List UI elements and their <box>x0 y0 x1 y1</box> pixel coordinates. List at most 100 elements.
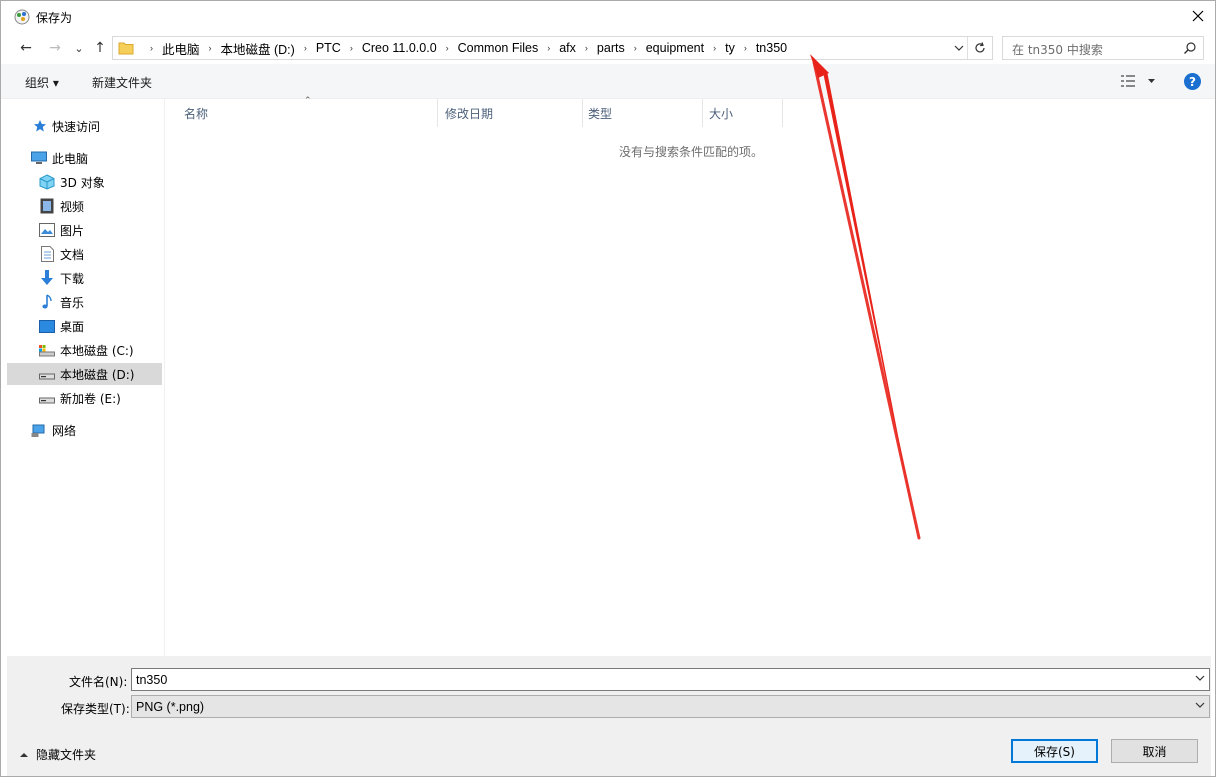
filename-label: 文件名(N): <box>69 675 128 689</box>
chevron-right-icon[interactable]: › <box>634 43 637 53</box>
sidebar-item-drive-c[interactable]: 本地磁盘 (C:) <box>7 339 162 361</box>
drive-icon <box>39 366 55 382</box>
back-arrow-icon: ← <box>20 40 32 56</box>
search-input[interactable]: 在 tn350 中搜索 <box>1002 36 1204 60</box>
folder-icon <box>118 41 134 55</box>
column-header-size[interactable]: 大小 <box>703 99 783 127</box>
hide-folders-label: 隐藏文件夹 <box>36 748 97 762</box>
breadcrumb-item[interactable]: Common Files <box>458 41 539 55</box>
sidebar-item-documents[interactable]: 文档 <box>7 243 162 265</box>
breadcrumb-item[interactable]: 本地磁盘 (D:) <box>221 39 295 58</box>
chevron-down-icon <box>954 45 963 51</box>
sidebar-item-drive-e[interactable]: 新加卷 (E:) <box>7 387 162 409</box>
save-button[interactable]: 保存(S) <box>1011 739 1098 763</box>
chevron-right-icon[interactable]: › <box>209 43 212 53</box>
sidebar-item-label: 图片 <box>60 223 85 238</box>
empty-folder-message: 没有与搜索条件匹配的项。 <box>619 145 764 159</box>
up-arrow-icon: ↑ <box>94 40 106 56</box>
sidebar-item-label: 下载 <box>60 271 85 286</box>
sidebar-item-label: 此电脑 <box>52 151 89 166</box>
sidebar-item-label: 3D 对象 <box>60 175 105 190</box>
cancel-button[interactable]: 取消 <box>1111 739 1198 763</box>
breadcrumb-item[interactable]: 此电脑 <box>162 39 200 58</box>
breadcrumb-item[interactable]: afx <box>559 41 576 55</box>
sidebar-item-downloads[interactable]: 下载 <box>7 267 162 289</box>
filetype-label: 保存类型(T): <box>61 702 130 716</box>
sidebar-item-desktop[interactable]: 桌面 <box>7 315 162 337</box>
navigation-row: ← → ⌄ ↑ › 此电脑 › 本地磁盘 (D:) › PTC › Creo 1… <box>1 32 1215 64</box>
chevron-right-icon: › <box>150 43 153 53</box>
sidebar-item-pictures[interactable]: 图片 <box>7 219 162 241</box>
address-bar[interactable]: › 此电脑 › 本地磁盘 (D:) › PTC › Creo 11.0.0.0 … <box>112 36 993 60</box>
help-icon[interactable]: ? <box>1184 73 1201 90</box>
column-header-date-modified[interactable]: 修改日期 <box>439 99 583 127</box>
filename-value: tn350 <box>136 673 168 687</box>
refresh-icon <box>975 42 985 53</box>
column-header-name[interactable]: 名称 <box>178 99 438 127</box>
video-icon <box>39 198 55 214</box>
chevron-right-icon[interactable]: › <box>304 43 307 53</box>
back-button[interactable]: ← <box>16 38 36 58</box>
chevron-up-icon <box>20 752 28 757</box>
chevron-down-icon[interactable] <box>1195 673 1205 684</box>
cube-icon <box>39 174 55 190</box>
command-bar: 组织 ▾ 新建文件夹 ? <box>1 64 1215 99</box>
sidebar-item-label: 新加卷 (E:) <box>60 391 121 406</box>
app-icon <box>14 9 30 25</box>
chevron-right-icon[interactable]: › <box>744 43 747 53</box>
save-options-panel: 文件名(N): tn350 保存类型(T): PNG (*.png) 隐藏文件夹… <box>7 656 1211 776</box>
chevron-right-icon[interactable]: › <box>446 43 449 53</box>
sidebar-item-label: 本地磁盘 (D:) <box>60 367 135 382</box>
forward-button[interactable]: → <box>45 38 65 58</box>
organize-button[interactable]: 组织 ▾ <box>25 74 59 91</box>
chevron-right-icon[interactable]: › <box>547 43 550 53</box>
new-folder-button[interactable]: 新建文件夹 <box>92 74 152 91</box>
window-title: 保存为 <box>36 11 73 25</box>
refresh-button[interactable] <box>970 37 990 59</box>
close-button[interactable] <box>1181 1 1215 31</box>
filetype-select[interactable]: PNG (*.png) <box>131 695 1210 718</box>
computer-icon <box>31 150 47 166</box>
search-placeholder: 在 tn350 中搜索 <box>1012 43 1103 57</box>
sidebar-item-network[interactable]: 网络 <box>7 419 162 441</box>
chevron-right-icon[interactable]: › <box>713 43 716 53</box>
sidebar-item-label: 视频 <box>60 199 85 214</box>
chevron-right-icon[interactable]: › <box>350 43 353 53</box>
view-options-button[interactable] <box>1121 74 1157 91</box>
filetype-value: PNG (*.png) <box>136 700 205 714</box>
hide-folders-toggle[interactable]: 隐藏文件夹 <box>19 746 96 763</box>
sidebar-item-3d-objects[interactable]: 3D 对象 <box>7 171 162 193</box>
title-bar: 保存为 <box>1 1 1215 32</box>
breadcrumb-item[interactable]: ty <box>725 41 735 55</box>
sidebar-item-quick-access[interactable]: 快速访问 <box>7 115 162 137</box>
breadcrumb-item[interactable]: Creo 11.0.0.0 <box>362 41 437 55</box>
close-icon <box>1192 10 1204 22</box>
sidebar-item-label: 桌面 <box>60 319 85 334</box>
sidebar-item-label: 文档 <box>60 247 85 262</box>
file-list-pane[interactable]: ⌃ 名称 修改日期 类型 大小 没有与搜索条件匹配的项。 <box>166 96 1211 656</box>
navigation-pane: 快速访问 此电脑 3D 对象 视频 图片 文档 下载 音乐 桌面 本地磁盘 (C… <box>7 99 165 656</box>
view-list-icon <box>1121 75 1135 87</box>
chevron-down-icon[interactable] <box>1195 700 1205 711</box>
filename-field[interactable]: tn350 <box>131 668 1210 691</box>
breadcrumb-item[interactable]: PTC <box>316 41 341 55</box>
sidebar-item-drive-d[interactable]: 本地磁盘 (D:) <box>7 363 162 385</box>
forward-arrow-icon: → <box>49 40 61 56</box>
breadcrumb-item-current[interactable]: tn350 <box>756 41 787 55</box>
network-icon <box>31 422 47 438</box>
picture-icon <box>39 222 55 238</box>
save-as-dialog: 保存为 ← → ⌄ ↑ › 此电脑 › 本地磁盘 (D:) › PTC › Cr… <box>0 0 1216 777</box>
chevron-right-icon[interactable]: › <box>585 43 588 53</box>
column-header-type[interactable]: 类型 <box>582 99 703 127</box>
recent-locations-button[interactable]: ⌄ <box>69 38 89 58</box>
sidebar-item-videos[interactable]: 视频 <box>7 195 162 217</box>
star-icon <box>32 118 48 134</box>
document-icon <box>39 246 55 262</box>
breadcrumb-item[interactable]: parts <box>597 41 625 55</box>
sidebar-item-this-pc[interactable]: 此电脑 <box>7 147 162 169</box>
sidebar-item-music[interactable]: 音乐 <box>7 291 162 313</box>
up-button[interactable]: ↑ <box>90 38 110 58</box>
address-history-dropdown[interactable] <box>950 37 968 59</box>
breadcrumb-item[interactable]: equipment <box>646 41 704 55</box>
desktop-icon <box>39 318 55 334</box>
